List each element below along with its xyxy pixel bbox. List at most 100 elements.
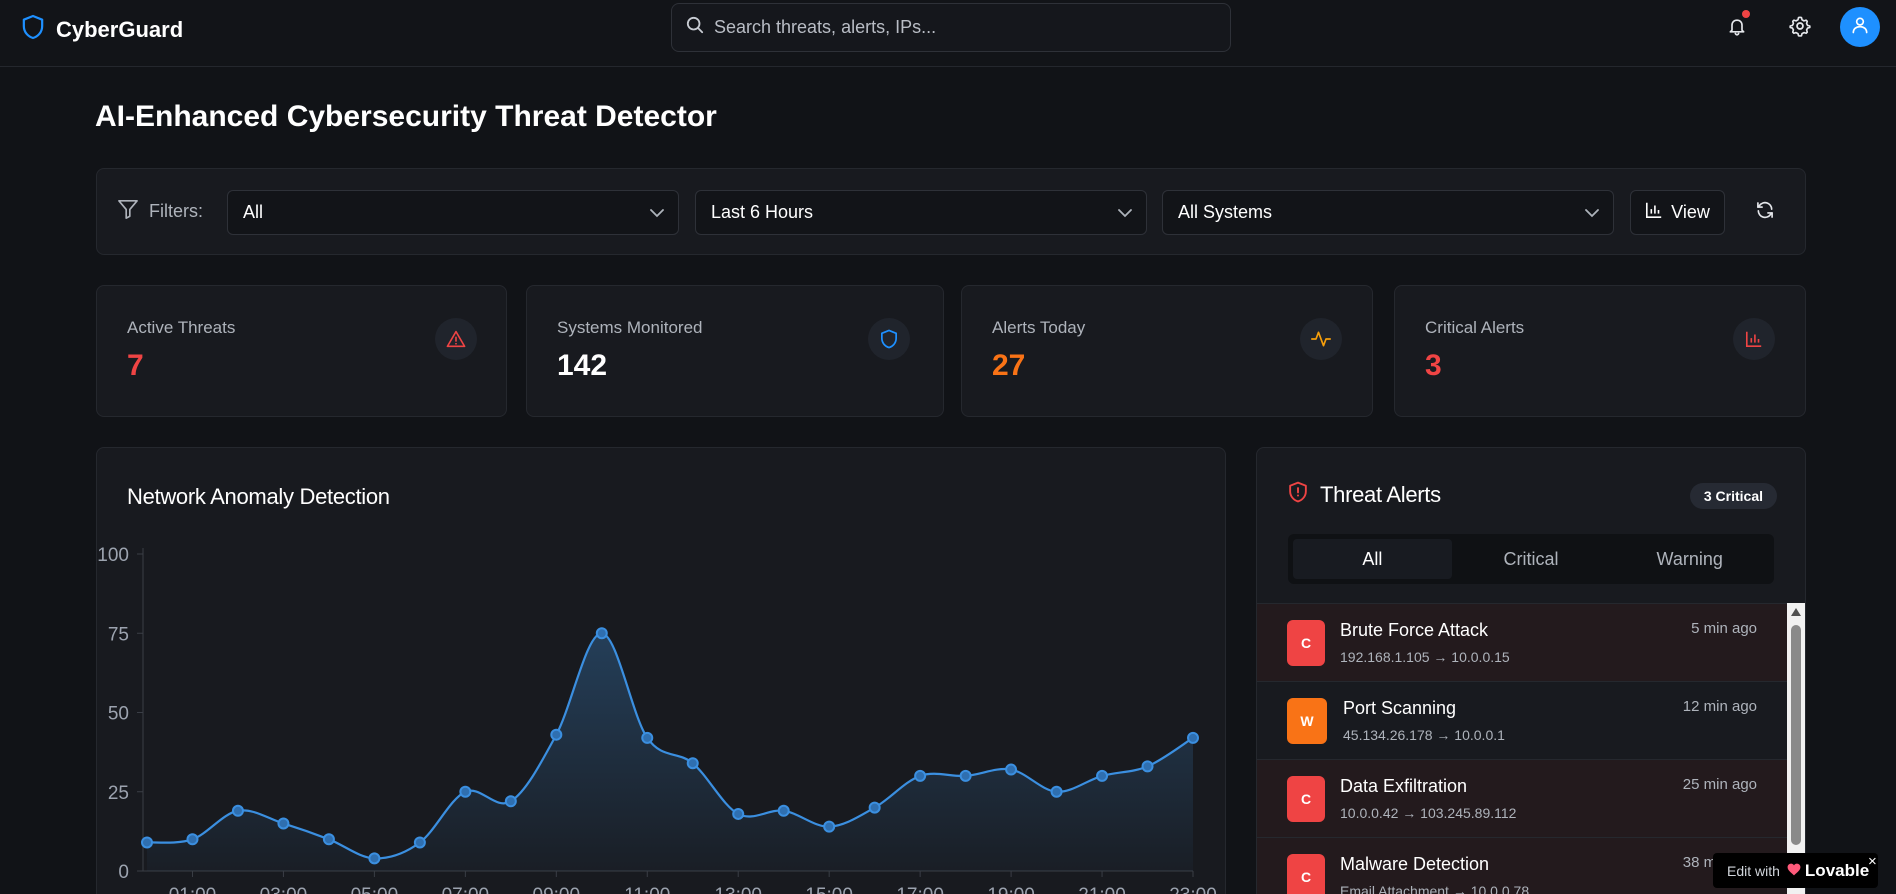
alert-route: Email Attachment → 10.0.0.78 bbox=[1340, 883, 1530, 894]
shield-alert-icon bbox=[1288, 481, 1308, 508]
data-point bbox=[413, 836, 426, 849]
stat-value: 3 bbox=[1425, 349, 1442, 382]
stat-label: Alerts Today bbox=[992, 318, 1086, 337]
alert-route: 10.0.0.42 → 103.245.89.112 bbox=[1340, 805, 1517, 821]
x-tick-label: 03:00 bbox=[260, 885, 308, 894]
view-button[interactable]: View bbox=[1630, 190, 1725, 235]
heart-icon bbox=[1787, 863, 1801, 879]
stat-value: 27 bbox=[992, 349, 1026, 382]
data-point bbox=[868, 801, 881, 814]
stat-card-systems-monitored: Systems Monitored 142 bbox=[526, 285, 944, 417]
stat-card-active-threats: Active Threats 7 bbox=[96, 285, 507, 417]
data-point bbox=[1096, 769, 1109, 782]
stat-value: 142 bbox=[557, 349, 608, 382]
x-tick-label: 05:00 bbox=[351, 885, 399, 894]
notifications-button[interactable] bbox=[1722, 10, 1752, 43]
severity-select[interactable]: All bbox=[227, 190, 679, 235]
brand-name: CyberGuard bbox=[56, 16, 184, 42]
time-range-select-value: Last 6 Hours bbox=[711, 202, 814, 222]
search-icon bbox=[686, 16, 704, 39]
gear-icon bbox=[1789, 15, 1811, 42]
severity-badge: W bbox=[1287, 698, 1327, 744]
top-navbar: CyberGuard bbox=[0, 0, 1896, 67]
edit-with-lovable-badge[interactable]: Edit with Lovable bbox=[1713, 853, 1878, 888]
x-tick-label: 21:00 bbox=[1078, 885, 1126, 894]
threat-alerts-title: Threat Alerts bbox=[1320, 481, 1441, 507]
chevron-down-icon bbox=[1118, 202, 1132, 223]
tab-all[interactable]: All bbox=[1293, 539, 1452, 579]
y-tick-label: 25 bbox=[108, 783, 129, 804]
refresh-button[interactable] bbox=[1742, 190, 1787, 235]
alert-time: 12 min ago bbox=[1682, 698, 1757, 715]
stat-label: Critical Alerts bbox=[1425, 318, 1525, 337]
bar-chart-icon bbox=[1733, 318, 1775, 360]
close-icon[interactable]: × bbox=[1868, 853, 1877, 870]
notification-dot bbox=[1742, 10, 1750, 18]
anomaly-area-chart: 0 25 50 75 100 01:00 03:00 05:00 07:00 09:00 11:00… bbox=[97, 545, 1216, 894]
alert-list: C Brute Force Attack 192.168.1.105 → 10.… bbox=[1257, 603, 1787, 894]
filters-label: Filters: bbox=[117, 199, 203, 224]
shield-icon bbox=[868, 318, 910, 360]
data-point bbox=[368, 852, 381, 865]
alert-triangle-icon bbox=[435, 318, 477, 360]
data-point bbox=[914, 769, 927, 782]
data-point bbox=[277, 817, 290, 830]
threat-alerts-header: Threat Alerts bbox=[1288, 481, 1441, 508]
time-range-select[interactable]: Last 6 Hours bbox=[695, 190, 1147, 235]
tab-critical[interactable]: Critical bbox=[1452, 539, 1611, 579]
x-tick-label: 01:00 bbox=[169, 885, 217, 894]
bar-chart-icon bbox=[1645, 201, 1663, 224]
threat-alerts-card: Threat Alerts 3 Critical All Critical Wa… bbox=[1256, 447, 1806, 894]
scroll-thumb[interactable] bbox=[1791, 625, 1801, 845]
alert-item[interactable]: C Brute Force Attack 192.168.1.105 → 10.… bbox=[1257, 604, 1787, 682]
user-avatar-button[interactable] bbox=[1840, 7, 1880, 47]
severity-badge: C bbox=[1287, 776, 1325, 822]
view-button-label: View bbox=[1671, 202, 1710, 222]
x-tick-label: 19:00 bbox=[987, 885, 1035, 894]
alert-title: Port Scanning bbox=[1343, 698, 1457, 718]
alert-item[interactable]: W Port Scanning 45.134.26.178 → 10.0.0.1… bbox=[1257, 682, 1787, 760]
settings-button[interactable] bbox=[1785, 13, 1815, 43]
systems-select-value: All Systems bbox=[1178, 202, 1273, 222]
chevron-down-icon bbox=[1585, 202, 1599, 223]
alert-tabs: All Critical Warning bbox=[1288, 534, 1774, 584]
data-point bbox=[459, 785, 472, 798]
x-tick-label: 13:00 bbox=[714, 885, 762, 894]
alert-item[interactable]: C Malware Detection Email Attachment → 1… bbox=[1257, 838, 1787, 894]
page-title: AI-Enhanced Cybersecurity Threat Detecto… bbox=[95, 100, 717, 133]
chevron-down-icon bbox=[650, 202, 664, 223]
shield-logo-icon bbox=[22, 14, 44, 45]
x-tick-label: 09:00 bbox=[533, 885, 581, 894]
user-icon bbox=[1850, 15, 1870, 40]
alert-route: 192.168.1.105 → 10.0.0.15 bbox=[1340, 649, 1510, 665]
critical-count-badge: 3 Critical bbox=[1689, 483, 1777, 509]
systems-select[interactable]: All Systems bbox=[1162, 190, 1614, 235]
alert-title: Data Exfiltration bbox=[1340, 776, 1468, 796]
data-point bbox=[641, 731, 654, 744]
filters-bar: Filters: All Last 6 Hours All Systems Vi… bbox=[96, 168, 1806, 255]
data-point bbox=[595, 627, 608, 640]
brand[interactable]: CyberGuard bbox=[22, 14, 183, 45]
data-point bbox=[1050, 785, 1063, 798]
alert-list-scrollbar[interactable] bbox=[1787, 603, 1805, 894]
x-tick-label: 07:00 bbox=[442, 885, 490, 894]
alert-title: Brute Force Attack bbox=[1340, 620, 1489, 640]
stat-label: Systems Monitored bbox=[557, 318, 703, 337]
tab-warning[interactable]: Warning bbox=[1610, 539, 1769, 579]
data-point bbox=[732, 807, 745, 820]
data-point bbox=[550, 728, 563, 741]
data-point bbox=[1005, 763, 1018, 776]
bell-icon bbox=[1727, 15, 1747, 42]
y-tick-label: 75 bbox=[108, 624, 129, 645]
severity-badge: C bbox=[1287, 620, 1325, 666]
severity-badge: C bbox=[1287, 854, 1325, 894]
x-tick-label: 17:00 bbox=[896, 885, 944, 894]
scroll-up-arrow-icon[interactable] bbox=[1791, 608, 1801, 616]
alert-time: 5 min ago bbox=[1691, 620, 1757, 637]
alert-title: Malware Detection bbox=[1340, 854, 1490, 874]
search-input[interactable] bbox=[714, 17, 1214, 38]
search-bar[interactable] bbox=[671, 3, 1231, 52]
series-area bbox=[147, 633, 1193, 871]
alert-item[interactable]: C Data Exfiltration 10.0.0.42 → 103.245.… bbox=[1257, 760, 1787, 838]
y-tick-label: 50 bbox=[108, 704, 129, 725]
